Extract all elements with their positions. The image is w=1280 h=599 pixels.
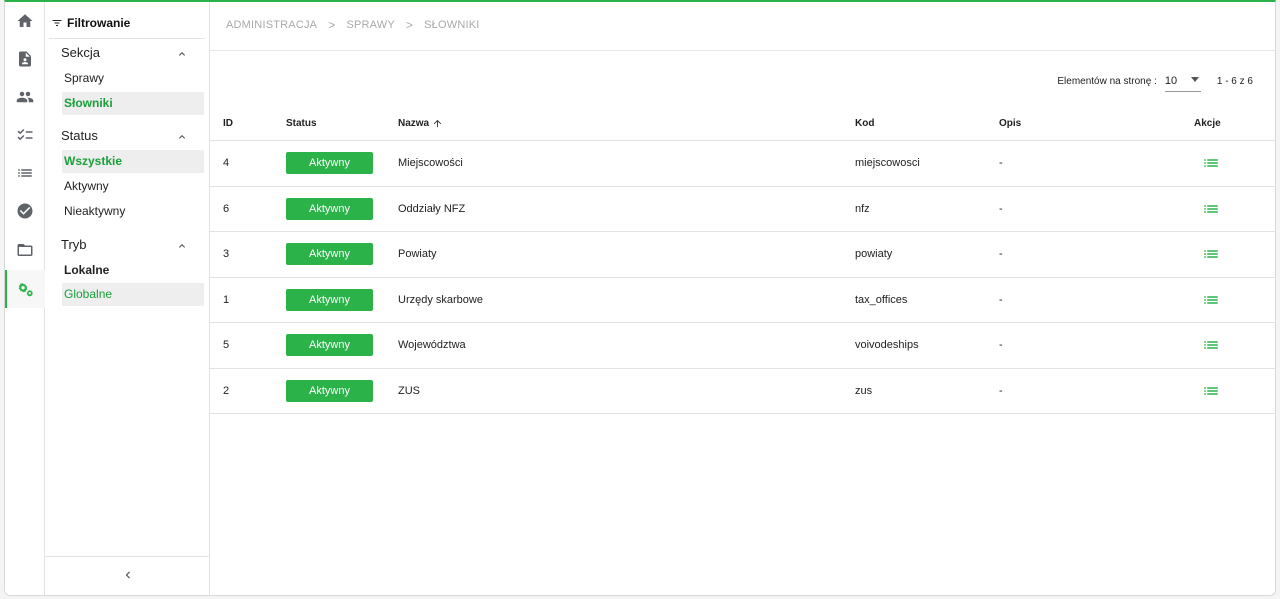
divider	[49, 38, 205, 39]
cell-code: voivodeships	[855, 339, 919, 351]
status-badge: Aktywny	[286, 334, 373, 356]
breadcrumb-separator: >	[405, 18, 414, 32]
status-badge: Aktywny	[286, 288, 373, 311]
caret-down-icon	[1190, 77, 1199, 82]
status-badge: Aktywny	[286, 243, 373, 265]
filter-option[interactable]: Lokalne	[62, 259, 204, 282]
actions-menu-icon[interactable]	[1202, 291, 1220, 309]
cell-name: Oddziały NFZ	[398, 202, 466, 215]
cell-description: -	[999, 248, 1003, 260]
people-icon[interactable]	[5, 78, 45, 116]
actions-menu-icon[interactable]	[1202, 382, 1220, 400]
cell-name: Urzędy skarbowe	[398, 293, 483, 306]
filter-option-selected[interactable]: Globalne	[62, 283, 204, 306]
actions-menu-icon[interactable]	[1202, 200, 1220, 218]
filter-option[interactable]: Nieaktywny	[62, 200, 204, 223]
actions-menu-icon[interactable]	[1202, 336, 1220, 354]
cell-description: -	[999, 157, 1003, 169]
paginator: Elementów na stronę : 10 1 - 6 z 6	[1057, 70, 1253, 92]
document-icon[interactable]	[5, 40, 45, 78]
breadcrumb-item[interactable]: SPRAWY	[346, 19, 394, 31]
filter-icon	[52, 20, 62, 26]
cell-description: -	[999, 202, 1003, 215]
status-badge: Aktywny	[286, 152, 373, 174]
check-circle-icon[interactable]	[5, 192, 45, 230]
actions-menu-icon[interactable]	[1202, 245, 1220, 263]
page-range: 1 - 6 z 6	[1216, 75, 1253, 87]
cell-code: nfz	[855, 202, 870, 215]
column-header-description: Opis	[999, 118, 1022, 129]
dictionary-table: ID Status Nazwa Kod Opis Akcje 4 Aktywny M…	[210, 103, 1275, 414]
chevron-up-icon[interactable]	[176, 131, 188, 143]
filter-header: Filtrowanie	[51, 16, 130, 30]
app-frame: Filtrowanie Sekcja Sprawy Słowniki Statu…	[4, 0, 1276, 596]
cell-code: tax_offices	[855, 293, 908, 306]
collapse-panel-button[interactable]	[121, 568, 135, 582]
cell-code: powiaty	[855, 248, 893, 260]
filter-title: Filtrowanie	[67, 16, 131, 30]
column-header-status: Status	[286, 118, 317, 129]
column-header-name-label: Nazwa	[398, 118, 430, 129]
cell-description: -	[999, 384, 1003, 397]
chevron-up-icon[interactable]	[176, 48, 188, 60]
page-size-select[interactable]: 10	[1164, 70, 1201, 92]
table-header: ID Status Nazwa Kod Opis Akcje	[210, 103, 1275, 141]
main-content: ADMINISTRACJA > SPRAWY > SŁOWNIKI Elemen…	[210, 2, 1275, 595]
cell-name: Powiaty	[398, 248, 437, 260]
filter-section-title: Tryb	[61, 237, 87, 252]
cell-id: 3	[223, 248, 230, 260]
filter-option-selected[interactable]: Słowniki	[62, 92, 204, 115]
list-icon[interactable]	[5, 154, 45, 192]
filter-option-selected[interactable]: Wszystkie	[62, 150, 204, 173]
column-header-actions: Akcje	[1194, 118, 1221, 129]
icon-rail	[5, 2, 45, 595]
cell-id: 5	[223, 339, 230, 351]
breadcrumb: ADMINISTRACJA > SPRAWY > SŁOWNIKI	[226, 18, 480, 32]
checklist-icon[interactable]	[5, 116, 45, 154]
cell-description: -	[999, 339, 1003, 351]
chevron-up-icon[interactable]	[176, 240, 188, 252]
table-row: 3 Aktywny Powiaty powiaty -	[210, 232, 1275, 278]
divider	[45, 556, 209, 557]
table-row: 1 Aktywny Urzędy skarbowe tax_offices -	[210, 278, 1275, 323]
filter-panel: Filtrowanie Sekcja Sprawy Słowniki Statu…	[45, 2, 210, 595]
table-row: 5 Aktywny Województwa voivodeships -	[210, 323, 1275, 369]
column-header-name[interactable]: Nazwa	[398, 118, 443, 129]
page-size-value: 10	[1164, 74, 1178, 87]
chevron-left-icon	[125, 571, 130, 579]
cell-code: zus	[855, 384, 873, 397]
cell-code: miejscowosci	[855, 157, 920, 169]
folder-icon[interactable]	[5, 231, 45, 269]
filter-section-title: Status	[61, 128, 98, 143]
cell-id: 4	[223, 157, 230, 169]
filter-option[interactable]: Aktywny	[62, 175, 204, 198]
column-header-id: ID	[223, 118, 233, 129]
filter-section-title: Sekcja	[61, 45, 101, 60]
table-row: 4 Aktywny Miejscowości miejscowosci -	[210, 141, 1275, 187]
status-badge: Aktywny	[286, 197, 373, 220]
table-row: 6 Aktywny Oddziały NFZ nfz -	[210, 187, 1275, 232]
filter-option[interactable]: Sprawy	[62, 67, 204, 90]
cell-name: ZUS	[398, 384, 420, 397]
sort-ascending-icon	[433, 119, 442, 128]
column-header-code: Kod	[855, 118, 875, 129]
cell-name: Województwa	[398, 339, 466, 351]
cell-id: 1	[223, 293, 230, 306]
breadcrumb-item[interactable]: ADMINISTRACJA	[226, 19, 317, 31]
breadcrumb-separator: >	[328, 18, 336, 32]
table-row: 2 Aktywny ZUS zus -	[210, 369, 1275, 414]
cell-id: 2	[223, 384, 230, 397]
cell-name: Miejscowości	[398, 157, 463, 169]
divider	[210, 50, 1275, 51]
breadcrumb-current: SŁOWNIKI	[424, 19, 480, 31]
cell-description: -	[999, 293, 1003, 306]
page-size-label: Elementów na stronę :	[1057, 75, 1157, 87]
settings-gears-icon[interactable]	[5, 270, 45, 308]
actions-menu-icon[interactable]	[1202, 154, 1220, 172]
cell-id: 6	[223, 202, 230, 215]
status-badge: Aktywny	[286, 379, 373, 402]
home-icon[interactable]	[5, 2, 45, 40]
